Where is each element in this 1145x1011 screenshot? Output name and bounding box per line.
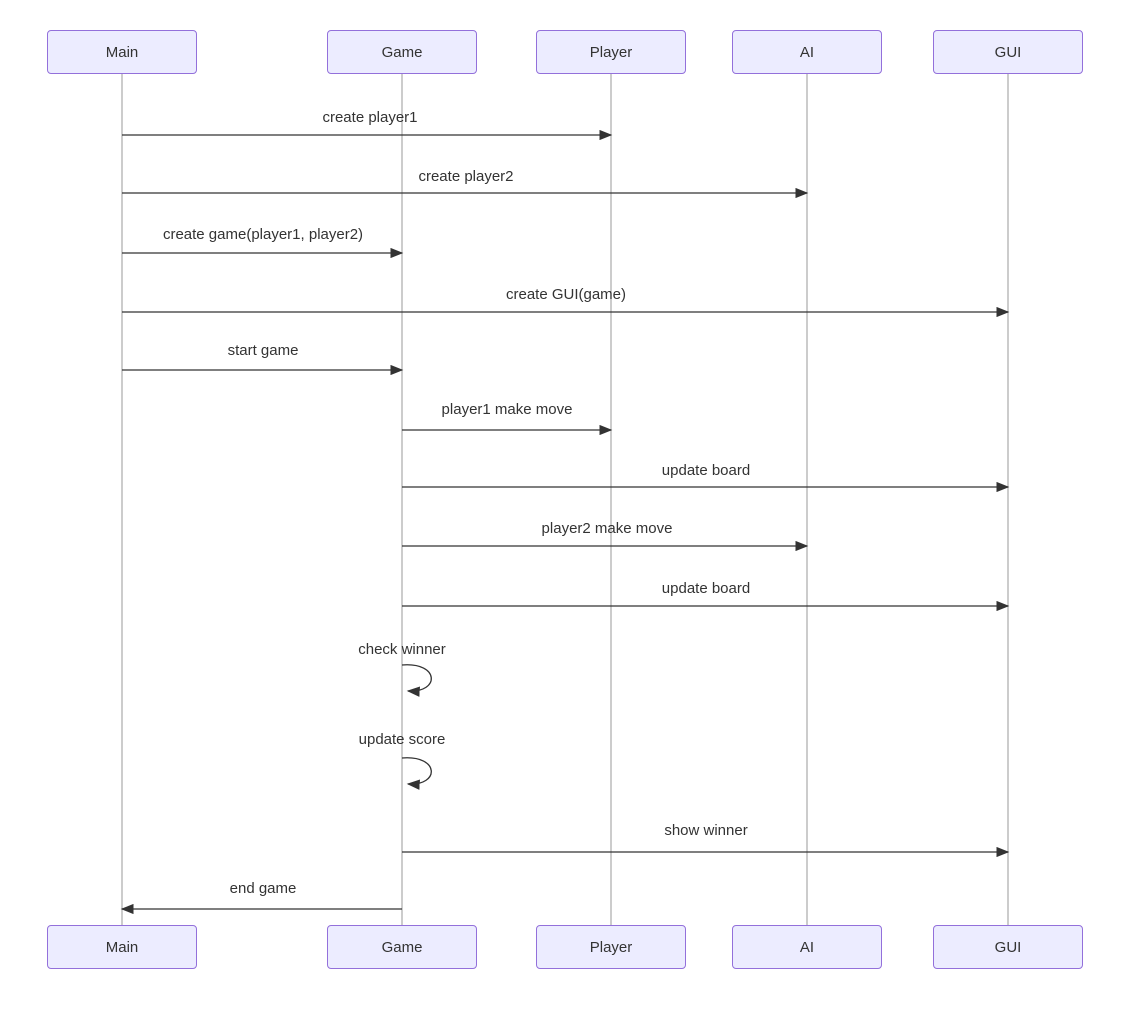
participant-ai-top: AI [732, 30, 882, 74]
message-label: create player2 [418, 168, 513, 185]
participant-label: Game [382, 44, 423, 61]
participant-label: AI [800, 939, 814, 956]
message-label: create game(player1, player2) [163, 226, 363, 243]
participant-label: Main [106, 44, 139, 61]
message-label: start game [228, 342, 299, 359]
message-label: show winner [664, 822, 747, 839]
participant-label: GUI [995, 44, 1022, 61]
participant-ai-bottom: AI [732, 925, 882, 969]
participant-label: AI [800, 44, 814, 61]
message-label: update score [359, 731, 446, 748]
participant-player-top: Player [536, 30, 686, 74]
participant-game-bottom: Game [327, 925, 477, 969]
participant-label: Game [382, 939, 423, 956]
sequence-diagram: Main Game Player AI GUI Main Game Player AI GUI cr… [0, 0, 1145, 1011]
message-label: check winner [358, 641, 446, 658]
participant-label: Player [590, 44, 633, 61]
participant-player-bottom: Player [536, 925, 686, 969]
participant-game-top: Game [327, 30, 477, 74]
message-label: player2 make move [542, 520, 673, 537]
participant-label: GUI [995, 939, 1022, 956]
participant-gui-bottom: GUI [933, 925, 1083, 969]
message-label: end game [230, 880, 297, 897]
message-label: update board [662, 580, 750, 597]
participant-gui-top: GUI [933, 30, 1083, 74]
message-label: update board [662, 462, 750, 479]
participant-label: Player [590, 939, 633, 956]
participant-main-bottom: Main [47, 925, 197, 969]
participant-main-top: Main [47, 30, 197, 74]
diagram-svg [0, 0, 1145, 1011]
message-label: player1 make move [442, 401, 573, 418]
message-label: create GUI(game) [506, 286, 626, 303]
message-label: create player1 [322, 109, 417, 126]
participant-label: Main [106, 939, 139, 956]
